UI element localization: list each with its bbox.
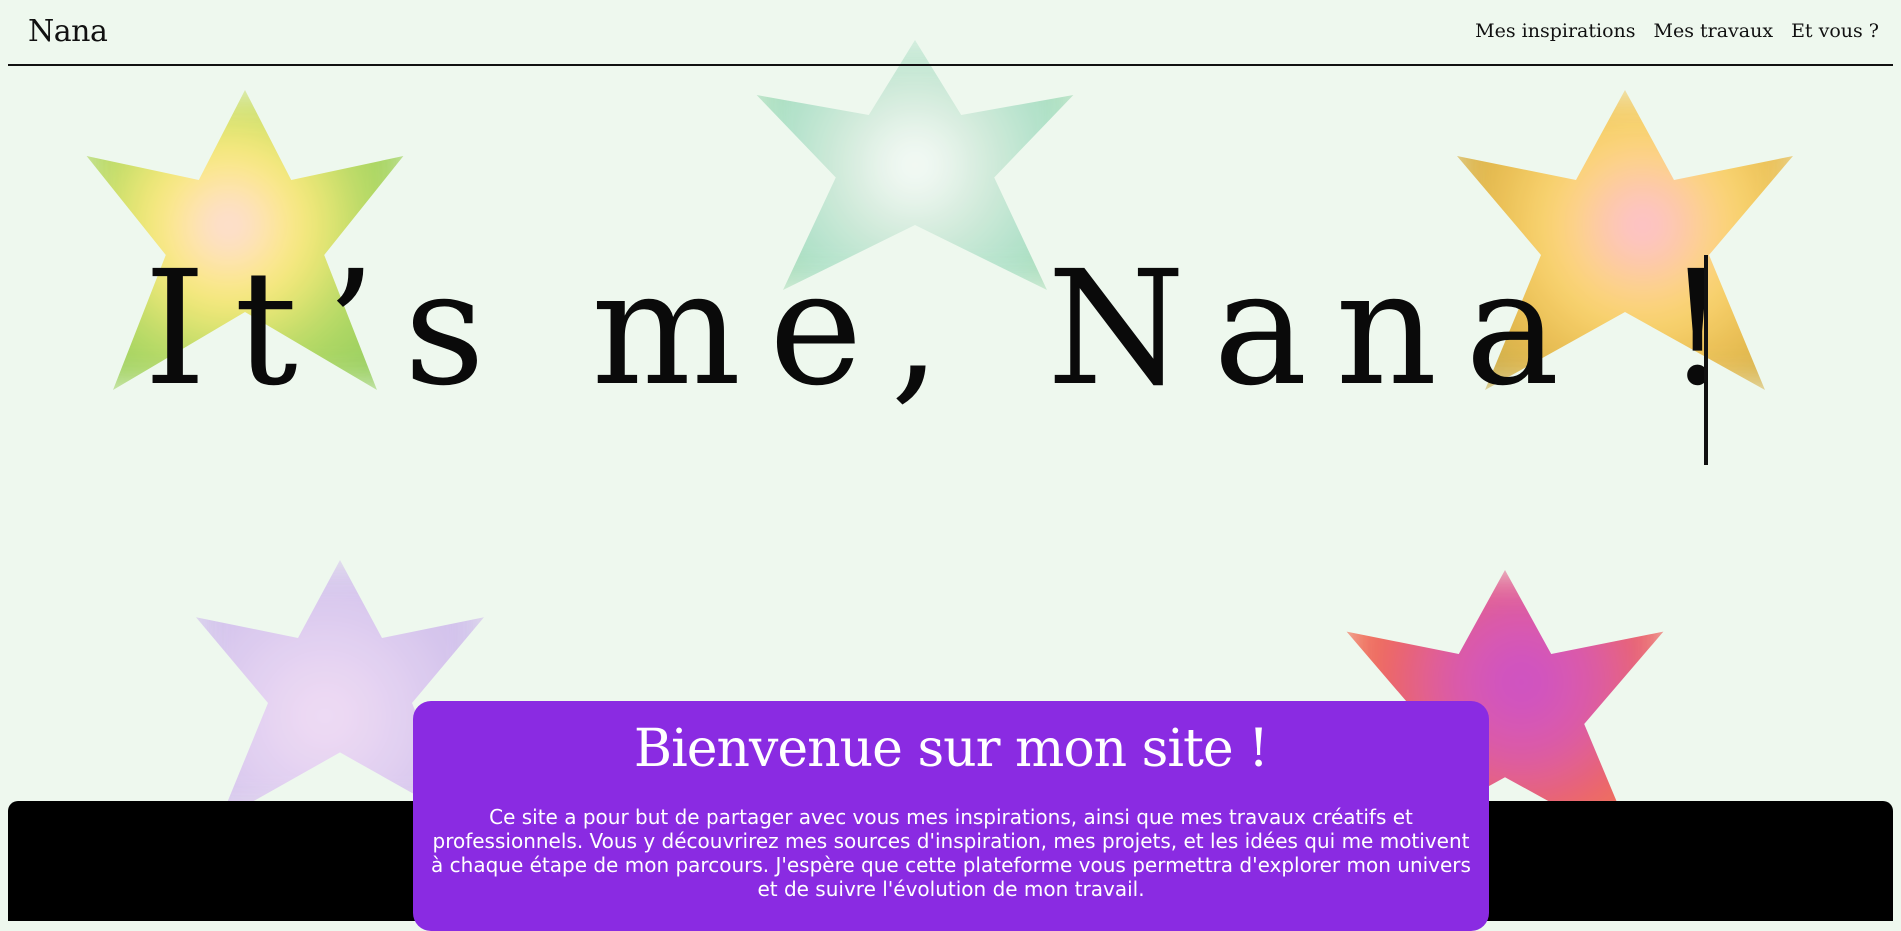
nav-link-et-vous[interactable]: Et vous ? xyxy=(1791,20,1879,42)
main-nav: Mes inspirations Mes travaux Et vous ? xyxy=(1475,20,1879,42)
welcome-text: Ce site a pour but de partager avec vous… xyxy=(431,805,1471,901)
welcome-title: Bienvenue sur mon site ! xyxy=(633,719,1269,779)
typing-caret xyxy=(1704,255,1708,465)
nav-link-travaux[interactable]: Mes travaux xyxy=(1654,20,1774,42)
site-header: Nana Mes inspirations Mes travaux Et vou… xyxy=(8,0,1893,66)
site-logo[interactable]: Nana xyxy=(28,14,108,49)
welcome-card: Bienvenue sur mon site ! Ce site a pour … xyxy=(413,701,1489,931)
hero-title: It’s me, Nana ! xyxy=(143,237,1758,421)
nav-link-inspirations[interactable]: Mes inspirations xyxy=(1475,20,1635,42)
